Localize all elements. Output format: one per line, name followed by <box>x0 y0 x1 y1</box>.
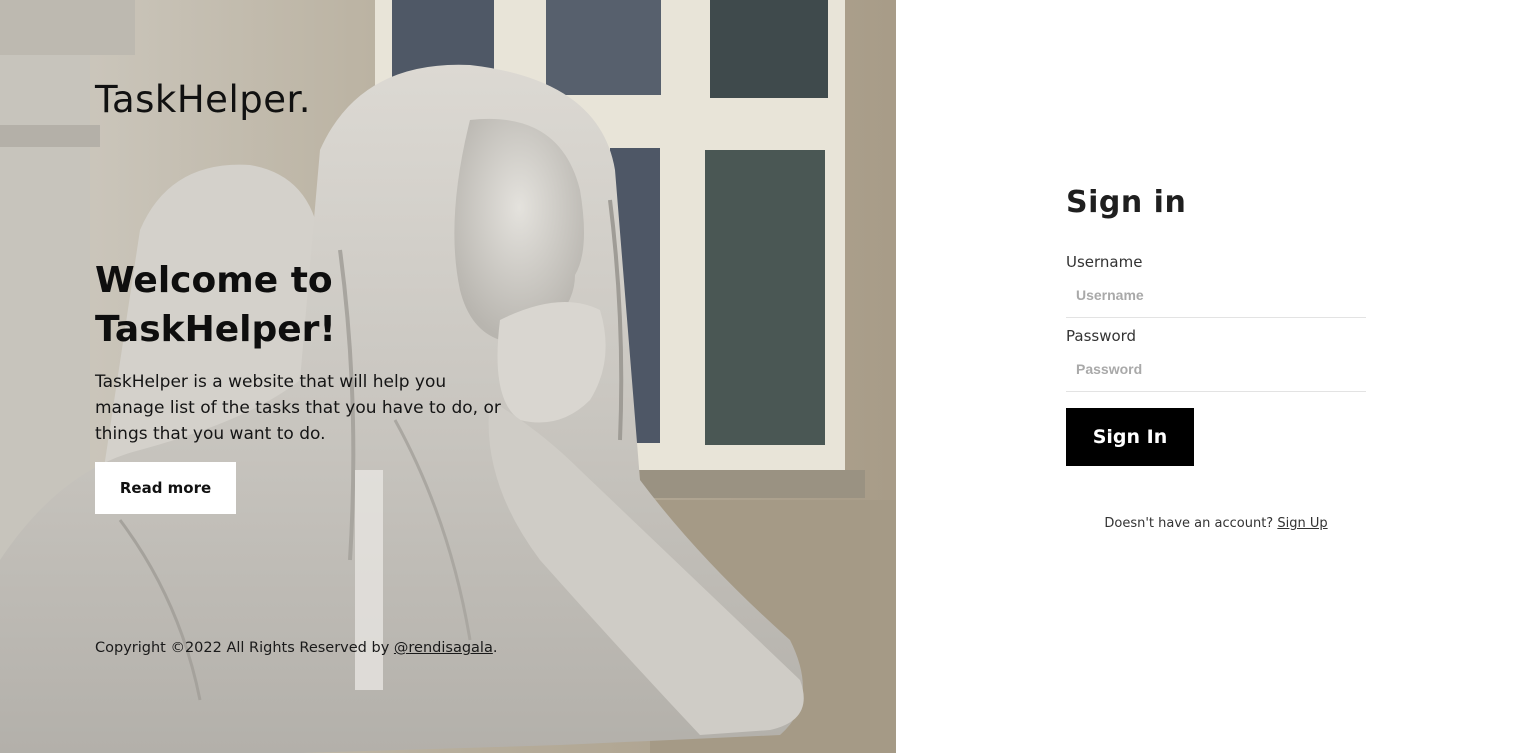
sign-in-button[interactable]: Sign In <box>1066 408 1194 466</box>
intro-text: TaskHelper is a website that will help y… <box>95 372 501 444</box>
signup-prompt: Doesn't have an account? Sign Up <box>1066 516 1366 531</box>
password-input[interactable] <box>1066 346 1366 392</box>
brand-logo: TaskHelper. <box>95 78 312 121</box>
sign-up-link[interactable]: Sign Up <box>1277 516 1327 531</box>
username-label: Username <box>1066 253 1143 271</box>
signup-prompt-text: Doesn't have an account? <box>1104 516 1278 531</box>
author-link[interactable]: @rendisagala <box>394 640 493 656</box>
signin-form: Sign in Username Password Sign In Doesn'… <box>1066 180 1366 531</box>
copyright-suffix: . <box>492 640 498 656</box>
signin-title: Sign in <box>1066 185 1187 220</box>
page: TaskHelper. Welcome to TaskHelper! TaskH… <box>0 0 1536 753</box>
username-input[interactable] <box>1066 272 1366 318</box>
read-more-button[interactable]: Read more <box>95 462 236 514</box>
hero-panel: TaskHelper. Welcome to TaskHelper! TaskH… <box>0 0 896 753</box>
copyright-text: Copyright ©2022 All Rights Reserved by @… <box>95 640 497 656</box>
copyright-prefix: Copyright ©2022 All Rights Reserved by <box>95 640 394 656</box>
welcome-heading: Welcome to TaskHelper! <box>95 260 336 350</box>
password-label: Password <box>1066 327 1137 345</box>
